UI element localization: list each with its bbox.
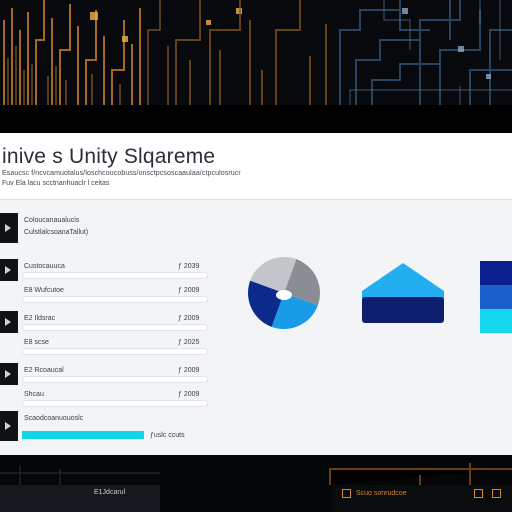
play-icon [5,370,11,378]
bottom-right-label: Scuo sonrudcoe [356,490,407,497]
row-value: ƒuslc ccuts [150,432,185,439]
row-field[interactable] [22,296,208,303]
row-label: Custocauuca [24,263,65,270]
bar-segment [480,285,512,309]
row-value: ƒ 2025 [178,339,200,346]
bar-segment [480,309,512,333]
row-value: ƒ 2009 [178,315,200,322]
pie-center [276,290,292,300]
triangle-top-mark [364,265,442,295]
row-value: ƒ 2039 [178,263,200,270]
row-field[interactable] [22,272,208,279]
square-icon[interactable] [342,489,351,498]
bottom-decoration [0,455,512,485]
circuit-banner [0,0,512,105]
bottom-left-label: E1Jdcarul [94,489,126,496]
play-icon [5,266,11,274]
pie-chart[interactable] [248,257,320,329]
list-row[interactable]: Custocauuca ƒ 2039 [0,259,215,281]
page-subtitle: Esaucsc f/ncvcamuotalus/loschcoucobuss/o… [2,170,241,177]
row-label: Shcau [24,391,44,398]
list-row[interactable]: Scaodcoanuouoslc ƒuslc ccuts [0,411,215,441]
row-field[interactable] [22,348,208,355]
row-label: E2 Ildsrac [24,315,56,322]
separator-band [0,105,512,133]
progress-bar [22,431,144,439]
play-icon [5,422,11,430]
row-field[interactable] [22,376,208,383]
triangle-base-mark [362,297,444,323]
app-screen: inive s Unity Slqareme Esaucsc f/ncvcamu… [0,0,512,512]
row-tab[interactable] [0,363,18,385]
row-label: Scaodcoanuouoslc [24,415,84,422]
row-field[interactable] [22,324,208,331]
list-header-line2: CulstlalcsoanaTallut) [24,229,89,236]
row-value: ƒ 2009 [178,287,200,294]
triangle-chart[interactable] [362,263,444,323]
row-tab[interactable] [0,259,18,281]
square-icon[interactable] [474,489,483,498]
row-label: E2 Rcoaucal [24,367,64,374]
header-divider [0,199,512,200]
circuit-illustration [0,0,512,105]
list-row[interactable]: Shcau ƒ 2009 [0,387,215,409]
list-row[interactable]: E8 Wufcutoe ƒ 2009 [0,283,215,305]
title-row: inive s Unity Slqareme Esaucsc f/ncvcamu… [0,133,512,199]
list-header: Coloucanaualucis CulstlalcsoanaTallut) [0,213,140,243]
list-row[interactable]: E2 Rcoaucal ƒ 2009 [0,363,215,385]
list-header-tab[interactable] [0,213,18,243]
row-label: E8 scse [24,339,49,346]
bottom-left-bar[interactable] [0,485,160,512]
row-field[interactable] [22,400,208,407]
charts-svg [248,257,512,333]
row-label: E8 Wufcutoe [24,287,64,294]
row-value: ƒ 2009 [178,391,200,398]
play-icon [5,318,11,326]
stacked-bar-chart[interactable] [480,261,512,333]
page-subtitle-secondary: Fuv Ela lacu scctnanhuaclr l ceitas [2,180,110,187]
page-title: inive s Unity Slqareme [2,145,216,168]
charts-area [240,253,512,343]
play-icon [5,224,11,232]
main-panel: inive s Unity Slqareme Esaucsc f/ncvcamu… [0,133,512,455]
row-tab[interactable] [0,411,18,441]
bottom-strip: E1Jdcarul Scuo sonrudcoe [0,455,512,512]
list-row[interactable]: E8 scse ƒ 2025 [0,335,215,357]
square-icon[interactable] [492,489,501,498]
row-value: ƒ 2009 [178,367,200,374]
list-header-line1: Coloucanaualucis [24,217,80,224]
list-row[interactable]: E2 Ildsrac ƒ 2009 [0,311,215,333]
bar-segment [480,261,512,285]
row-tab[interactable] [0,311,18,333]
